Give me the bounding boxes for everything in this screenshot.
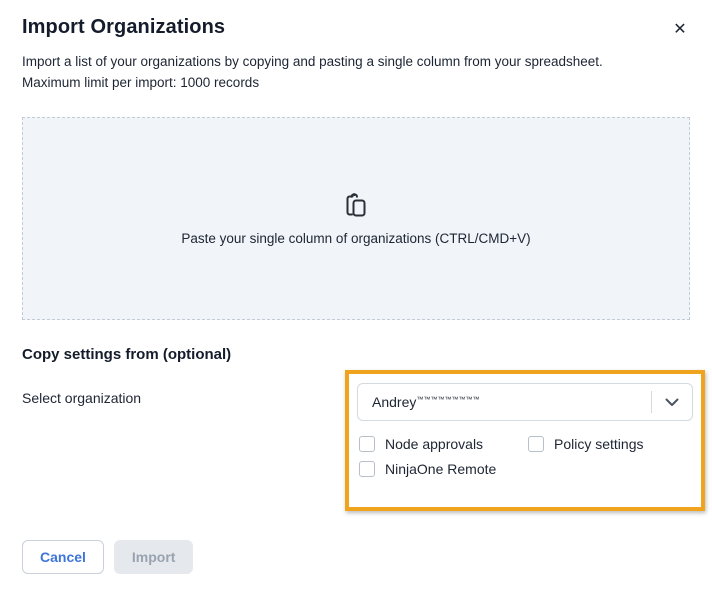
checkbox-policy-settings[interactable]: Policy settings <box>528 436 643 452</box>
paste-dropzone[interactable]: Paste your single column of organization… <box>22 117 690 320</box>
organization-select-value: Andrey™™™™™™™™™ <box>358 394 651 410</box>
copy-settings-options: Node approvals Policy settings NinjaOne … <box>359 436 643 477</box>
checkbox-icon[interactable] <box>359 461 375 477</box>
copy-settings-heading: Copy settings from (optional) <box>22 346 231 363</box>
checkbox-icon[interactable] <box>528 436 544 452</box>
paste-instruction-label: Paste your single column of organization… <box>181 231 530 246</box>
checkbox-label: Node approvals <box>385 436 483 452</box>
organization-select[interactable]: Andrey™™™™™™™™™ <box>357 383 693 421</box>
cancel-button[interactable]: Cancel <box>22 540 104 574</box>
organization-name: Andrey <box>372 394 416 410</box>
checkbox-label: NinjaOne Remote <box>385 461 496 477</box>
checkbox-ninjaone-remote[interactable]: NinjaOne Remote <box>359 461 528 477</box>
dialog-description: Import a list of your organizations by c… <box>22 51 622 93</box>
select-organization-label: Select organization <box>22 390 141 406</box>
checkbox-icon[interactable] <box>359 436 375 452</box>
highlight-callout-box: Andrey™™™™™™™™™ Node approvals Policy se… <box>345 370 705 511</box>
dialog-footer: Cancel Import <box>22 540 193 574</box>
close-icon[interactable]: ✕ <box>670 20 690 40</box>
import-button[interactable]: Import <box>114 540 194 574</box>
paste-clipboard-icon <box>343 192 369 225</box>
organization-name-trademarks: ™™™™™™™™™ <box>416 396 479 403</box>
checkbox-node-approvals[interactable]: Node approvals <box>359 436 528 452</box>
chevron-down-icon[interactable] <box>652 384 692 420</box>
checkbox-label: Policy settings <box>554 436 643 452</box>
page-title: Import Organizations <box>22 16 225 39</box>
